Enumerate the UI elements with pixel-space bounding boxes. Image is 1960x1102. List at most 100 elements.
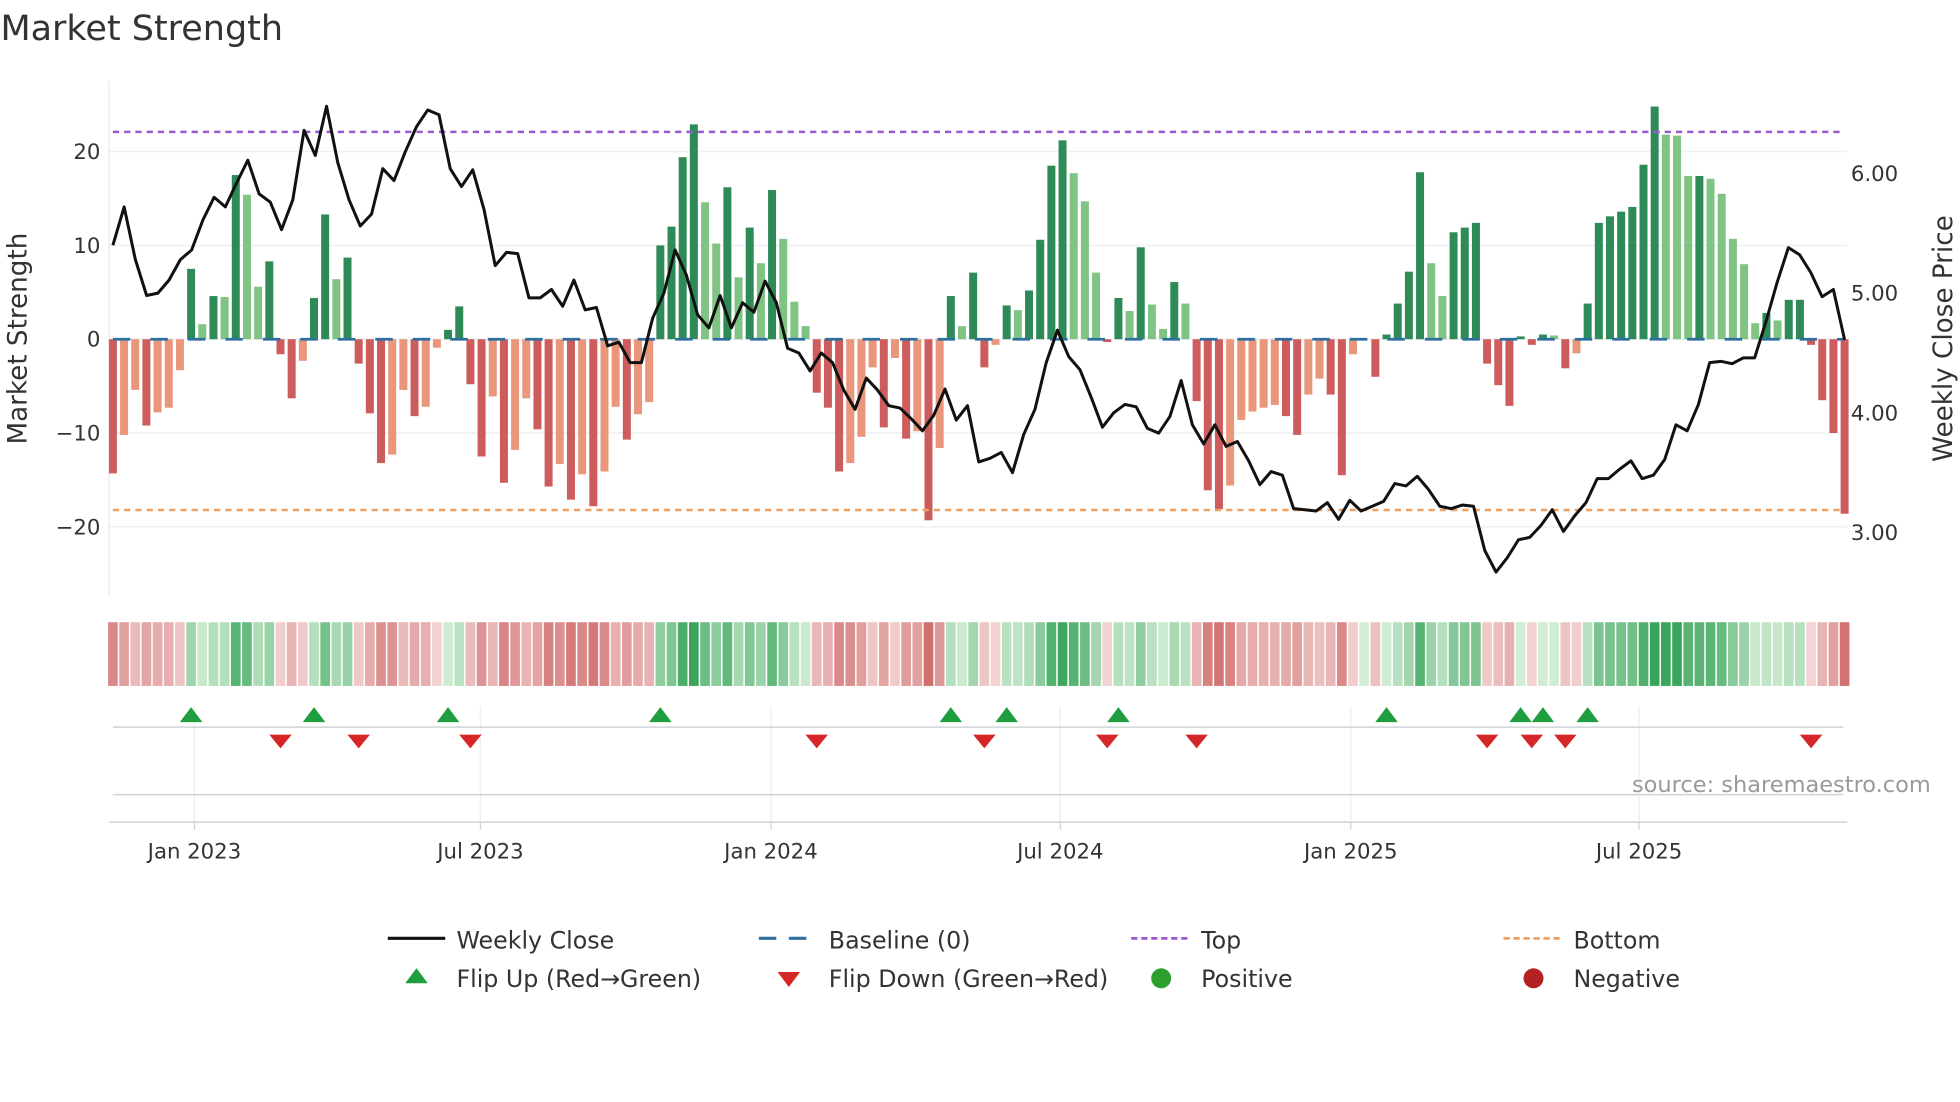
strength-bar xyxy=(1650,106,1659,340)
strength-bar xyxy=(1494,339,1503,386)
strength-bar xyxy=(1751,323,1760,340)
strength-bar xyxy=(1695,175,1704,340)
heat-cell xyxy=(1013,622,1023,686)
heat-cell xyxy=(186,622,196,686)
strength-bar xyxy=(120,339,129,435)
heat-cell xyxy=(934,622,945,686)
strength-bar xyxy=(1829,339,1838,434)
heat-cell xyxy=(297,622,308,686)
strength-bar xyxy=(142,339,151,426)
legend-label: Weekly Close xyxy=(456,926,614,954)
strength-bar xyxy=(220,297,229,340)
heat-cell xyxy=(543,622,554,686)
x-tick-label: Jan 2025 xyxy=(1302,839,1398,864)
legend-item-weekly-close[interactable]: Weekly Close xyxy=(387,926,614,954)
heat-cell xyxy=(420,622,431,686)
heat-cell xyxy=(722,622,733,686)
heat-cell xyxy=(532,622,543,686)
strength-bar xyxy=(946,296,955,340)
heat-cell xyxy=(1381,622,1392,686)
strength-bar xyxy=(1483,339,1492,364)
heat-cell xyxy=(845,622,856,686)
flip-up-marker xyxy=(649,707,672,723)
strength-bar xyxy=(712,243,721,340)
legend-label: Negative xyxy=(1573,965,1679,993)
legend-item-negative[interactable]: Negative xyxy=(1523,965,1680,993)
strength-bar xyxy=(298,339,307,361)
strength-bar xyxy=(544,339,553,487)
legend-label: Baseline (0) xyxy=(829,926,971,954)
strength-bar xyxy=(309,297,318,340)
heat-cell xyxy=(1113,622,1124,686)
heat-cell xyxy=(700,622,710,686)
flip-down-marker xyxy=(1475,734,1499,749)
strength-bar xyxy=(1326,339,1335,395)
heat-cell xyxy=(1258,622,1269,686)
heat-cell xyxy=(1191,622,1202,686)
heat-cell xyxy=(1649,622,1660,686)
heat-cell xyxy=(834,622,844,686)
heat-cell xyxy=(979,622,990,686)
strength-bar xyxy=(1449,232,1458,340)
heat-cell xyxy=(867,622,878,686)
x-tick-label: Jul 2024 xyxy=(1015,839,1103,864)
heat-cell xyxy=(1281,622,1291,686)
heat-cell xyxy=(733,622,744,686)
right-y-ticks: 6.00 5.00 4.00 3.00 xyxy=(1851,162,1898,546)
strength-bar xyxy=(823,339,832,408)
heat-cell xyxy=(1493,622,1504,686)
y-tick-label: 10 xyxy=(73,234,100,259)
heat-cell xyxy=(1582,622,1593,686)
strength-bar xyxy=(1416,172,1425,340)
heat-cell xyxy=(610,622,621,686)
legend-item-flip-down[interactable]: Flip Down (Green→Red) xyxy=(777,965,1109,993)
legend-item-flip-up[interactable]: Flip Up (Red→Green) xyxy=(405,965,701,993)
x-tick-label: Jul 2023 xyxy=(435,839,523,864)
legend-label: Bottom xyxy=(1573,926,1660,954)
heat-cell xyxy=(621,622,632,686)
heat-cell xyxy=(1269,622,1280,686)
strength-bar xyxy=(555,339,564,465)
strength-bar xyxy=(522,339,531,399)
heat-cell xyxy=(1739,622,1749,686)
strength-bar xyxy=(1248,339,1257,412)
flip-down-marker xyxy=(459,734,482,749)
strength-bar xyxy=(1527,339,1536,345)
strength-bar xyxy=(1740,264,1749,340)
flip-down-marker xyxy=(1520,734,1544,749)
strength-bar xyxy=(1147,304,1156,340)
strength-bar xyxy=(1181,303,1190,340)
strength-bar xyxy=(332,279,341,340)
strength-bar xyxy=(667,226,676,340)
flip-up-marker xyxy=(302,707,326,723)
flip-down-marker xyxy=(1799,734,1823,749)
strength-bar xyxy=(1159,328,1168,340)
y-tick-label: −10 xyxy=(56,422,101,447)
heat-cell xyxy=(912,622,923,686)
legend-item-top[interactable]: Top xyxy=(1131,926,1241,954)
strength-bar xyxy=(321,214,330,340)
strength-bar xyxy=(902,339,911,439)
strength-bar xyxy=(1673,135,1682,340)
legend-item-bottom[interactable]: Bottom xyxy=(1503,926,1661,954)
flip-down-marker xyxy=(1185,734,1208,749)
legend-item-baseline[interactable]: Baseline (0) xyxy=(758,926,971,954)
heat-cell xyxy=(409,622,420,686)
strength-bar xyxy=(1013,310,1022,340)
heat-cell xyxy=(1214,622,1224,686)
heat-cell xyxy=(689,622,699,686)
strength-bar xyxy=(1561,339,1570,369)
heat-cell xyxy=(1459,622,1470,686)
heat-cell xyxy=(945,622,956,686)
heat-cell xyxy=(789,622,800,686)
strength-bar xyxy=(1371,339,1380,377)
heat-cell xyxy=(1158,622,1168,686)
heat-cell xyxy=(1169,622,1180,686)
legend: Weekly Close Baseline (0) Top Bottom Fli… xyxy=(387,926,1680,993)
flip-up-marker xyxy=(436,707,460,723)
heat-cell xyxy=(331,622,342,686)
heat-cell xyxy=(376,622,386,686)
legend-item-positive[interactable]: Positive xyxy=(1151,965,1293,993)
strength-bar xyxy=(1080,201,1089,340)
heat-cell xyxy=(1180,622,1191,686)
